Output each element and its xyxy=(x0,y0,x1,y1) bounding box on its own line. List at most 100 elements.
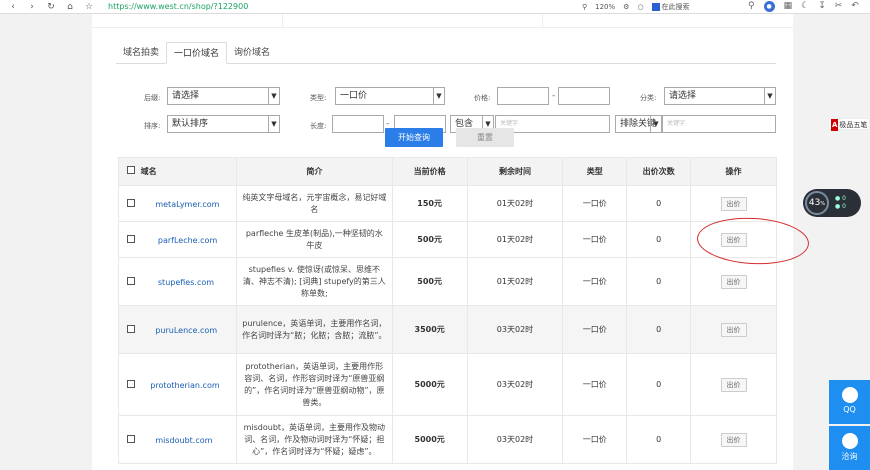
bid-button[interactable]: 出价 xyxy=(720,232,747,247)
tab-inquiry[interactable]: 询价域名 xyxy=(227,42,277,64)
account-icon[interactable]: ● xyxy=(763,1,775,12)
ad-badge: A xyxy=(831,119,839,131)
row-checkbox[interactable] xyxy=(127,434,135,443)
type: 一口价 xyxy=(562,221,628,258)
bid-button[interactable]: 出价 xyxy=(720,274,747,289)
exclude-keyword-input[interactable]: 关键字 xyxy=(662,115,776,133)
category-label: 分类: xyxy=(640,94,657,102)
extension-icon[interactable]: ○ xyxy=(637,3,643,11)
back-icon[interactable]: ‹ xyxy=(8,2,18,12)
select-all-checkbox[interactable] xyxy=(127,166,135,174)
table-row: misdoubt.com misdoubt，英语单词，主要用作及物动词、名词，作… xyxy=(118,415,777,464)
side-ad-link[interactable]: A 极品五笔 xyxy=(828,118,870,131)
table-row: prototherian.com prototherian，英语单词，主要用作形… xyxy=(118,353,777,416)
table-row: stupefies.com stupefies v. 使惊讶(或惊呆、思维不清、… xyxy=(118,257,777,306)
price-min-input[interactable] xyxy=(497,87,549,105)
chevron-down-icon: ▼ xyxy=(650,116,661,132)
chat-button[interactable]: 洽询 xyxy=(829,426,870,470)
speed-value: 43 xyxy=(808,198,821,208)
reset-button[interactable]: 重置 xyxy=(456,128,514,147)
header-price: 当前价格 xyxy=(391,157,468,186)
bid-button[interactable]: 出价 xyxy=(720,377,747,392)
tab-auction[interactable]: 域名拍卖 xyxy=(116,42,166,64)
length-min-input[interactable] xyxy=(332,115,384,133)
ad-label: 极品五笔 xyxy=(839,121,868,129)
night-mode-icon[interactable]: ☾ xyxy=(801,1,809,12)
type: 一口价 xyxy=(562,415,628,464)
time-left: 03天02时 xyxy=(466,353,564,416)
scissors-icon[interactable]: ✂ xyxy=(835,1,843,12)
search-button[interactable]: 开始查询 xyxy=(385,128,443,147)
type-select[interactable]: 一口价 ▼ xyxy=(335,87,445,105)
speed-unit: % xyxy=(820,201,826,207)
bid-button[interactable]: 出价 xyxy=(720,432,747,447)
qq-button[interactable]: QQ xyxy=(829,380,870,424)
undo-icon[interactable]: ↶ xyxy=(851,1,859,12)
type: 一口价 xyxy=(562,305,628,354)
sort-select[interactable]: 默认排序 ▼ xyxy=(167,115,280,133)
price: 150元 xyxy=(391,185,468,222)
price: 5000元 xyxy=(391,415,468,464)
grid-icon[interactable]: ▦ xyxy=(784,1,793,12)
domain-desc: prototherian，英语单词，主要用作形容词、名词，作形容词时译为“原兽亚… xyxy=(235,353,393,416)
forward-icon[interactable]: › xyxy=(27,2,37,12)
download-icon[interactable]: ↧ xyxy=(818,1,826,12)
search-engine-label: 在此搜索 xyxy=(661,3,690,11)
domain-link[interactable]: stupefies.com xyxy=(158,278,214,287)
zoom-icon[interactable]: ⚲ xyxy=(582,3,587,11)
browser-right-tools: ⚲ ● ▦ ☾ ↧ ✂ ↶ xyxy=(748,1,859,12)
chevron-down-icon: ▼ xyxy=(268,116,279,132)
qq-label: QQ xyxy=(843,405,856,414)
row-checkbox[interactable] xyxy=(127,324,135,333)
row-checkbox[interactable] xyxy=(127,276,135,285)
exclude-select[interactable]: 排除关键 ▼ xyxy=(615,115,662,133)
row-checkbox[interactable] xyxy=(127,234,135,243)
header-bids: 出价次数 xyxy=(626,157,692,186)
domain-link[interactable]: parfLeche.com xyxy=(158,236,217,245)
search-engine-box[interactable]: 在此搜索 xyxy=(651,2,690,12)
suffix-select[interactable]: 请选择 ▼ xyxy=(167,87,280,105)
row-checkbox[interactable] xyxy=(127,379,135,388)
domain-link[interactable]: misdoubt.com xyxy=(155,436,212,445)
table-row: parfLeche.com parfleche 生皮革(制品),一种坚韧的水牛皮… xyxy=(118,221,777,258)
time-left: 03天02时 xyxy=(466,305,564,354)
domain-table: 域名 简介 当前价格 剩余时间 类型 出价次数 操作 metaLymer.com… xyxy=(118,157,777,464)
tab-fixed-price[interactable]: 一口价域名 xyxy=(166,42,228,64)
header-desc: 简介 xyxy=(235,157,393,186)
row-checkbox[interactable] xyxy=(127,198,135,207)
domain-link[interactable]: metaLymer.com xyxy=(155,200,219,209)
price: 500元 xyxy=(391,221,468,258)
domain-link[interactable]: prototherian.com xyxy=(150,381,219,390)
top-strip xyxy=(92,14,793,28)
header-time: 剩余时间 xyxy=(466,157,564,186)
category-select[interactable]: 请选择 ▼ xyxy=(664,87,776,105)
favorite-icon[interactable]: ☆ xyxy=(84,2,94,12)
domain-link[interactable]: puruLence.com xyxy=(155,326,217,335)
bid-button[interactable]: 出价 xyxy=(720,196,747,211)
domain-desc: parfleche 生皮革(制品),一种坚韧的水牛皮 xyxy=(235,221,393,258)
price: 5000元 xyxy=(391,353,468,416)
refresh-icon[interactable]: ↻ xyxy=(46,2,56,12)
suffix-label: 后缀: xyxy=(144,94,161,102)
page-content: 域名拍卖 一口价域名 询价域名 后缀: 请选择 ▼ 类型: 一口价 ▼ 价格: - … xyxy=(92,14,793,470)
qq-icon xyxy=(841,387,858,403)
domain-desc: purulence，英语单词，主要用作名词，作名词时译为“脓；化脓；含脓；流脓”… xyxy=(235,305,393,354)
search-icon[interactable]: ⚲ xyxy=(748,1,755,12)
chevron-down-icon: ▼ xyxy=(764,88,775,104)
header-action: 操作 xyxy=(690,157,777,186)
home-icon[interactable]: ⌂ xyxy=(65,2,75,12)
address-bar[interactable]: https://www.west.cn/shop/?122900 xyxy=(108,2,248,11)
table-row: puruLence.com purulence，英语单词，主要用作名词，作名词时… xyxy=(118,305,777,354)
type: 一口价 xyxy=(562,353,628,416)
price-label: 价格: xyxy=(474,94,491,102)
bid-count: 0 xyxy=(626,415,692,464)
chevron-down-icon: ▼ xyxy=(433,88,444,104)
time-left: 01天02时 xyxy=(466,185,564,222)
header-type: 类型 xyxy=(562,157,628,186)
settings-icon[interactable]: ⚙ xyxy=(623,3,629,11)
bid-count: 0 xyxy=(626,221,692,258)
price-max-input[interactable] xyxy=(558,87,610,105)
suffix-value: 请选择 xyxy=(172,91,200,101)
bid-button[interactable]: 出价 xyxy=(720,322,747,337)
speed-widget[interactable]: 43% ● 0 ● 0 xyxy=(803,189,861,217)
